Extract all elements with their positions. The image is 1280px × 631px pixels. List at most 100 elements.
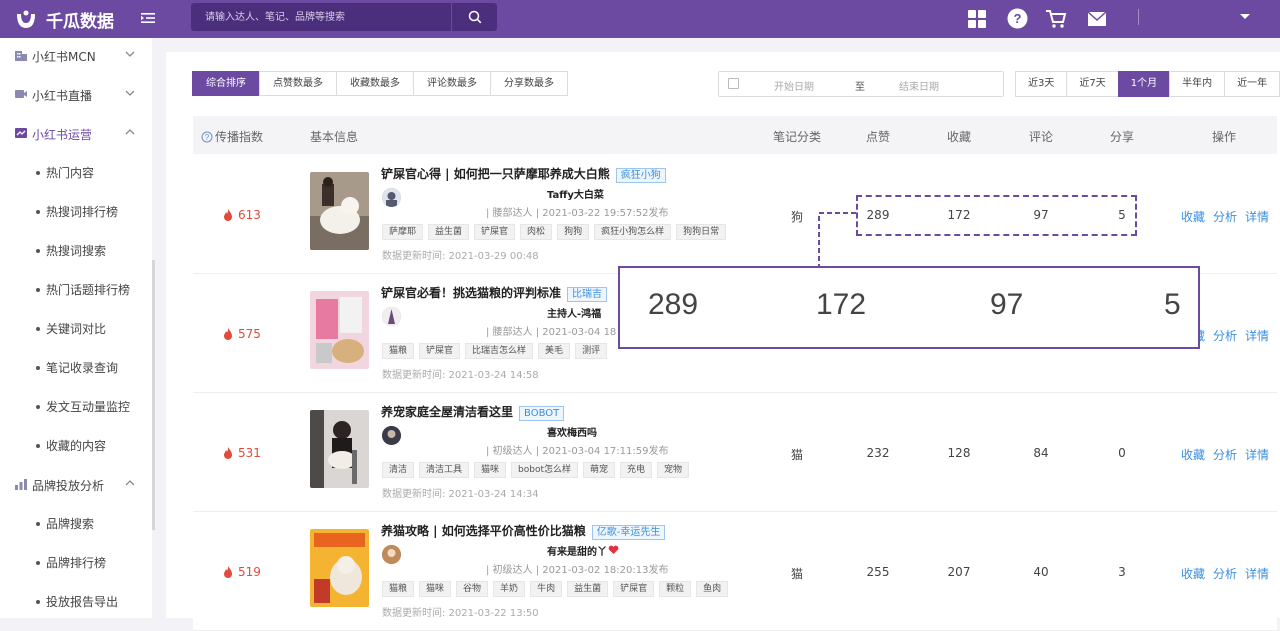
keyword-chip[interactable]: 猫咪 — [419, 581, 452, 597]
collect-link[interactable]: 收藏 — [1181, 210, 1205, 224]
note-title[interactable]: 铲屎官必看！挑选猫粮的评判标准 比瑞吉 — [381, 284, 608, 302]
keyword-chip[interactable]: 肉松 — [520, 224, 553, 240]
sidebar-scrollbar[interactable] — [152, 260, 155, 530]
keyword-chip[interactable]: 美毛 — [538, 343, 571, 359]
logo[interactable]: 千瓜数据 — [14, 6, 114, 32]
keyword-chip[interactable]: 萨摩耶 — [382, 224, 424, 240]
sidebar-item-hot-search[interactable]: 热搜词搜索 — [0, 231, 152, 270]
tab-most-shares[interactable]: 分享数最多 — [490, 71, 568, 96]
details-link[interactable]: 详情 — [1245, 329, 1269, 343]
keyword-chip[interactable]: 羊奶 — [493, 581, 526, 597]
tab-most-collects[interactable]: 收藏数最多 — [336, 71, 414, 96]
keyword-chip[interactable]: 清洁工具 — [419, 462, 470, 478]
sidebar-item-hot-search-rank[interactable]: 热搜词排行榜 — [0, 192, 152, 231]
avatar[interactable] — [382, 188, 401, 207]
keyword-chip[interactable]: 谷物 — [456, 581, 489, 597]
mail-icon[interactable] — [1086, 8, 1108, 30]
sidebar-item-saved-content[interactable]: 收藏的内容 — [0, 426, 152, 465]
keyword-chip[interactable]: 狗狗日常 — [676, 224, 727, 240]
keyword-chip[interactable]: 益生菌 — [428, 224, 470, 240]
keyword-chip[interactable]: 颗粒 — [659, 581, 692, 597]
menu-toggle-icon[interactable] — [140, 10, 156, 26]
note-title[interactable]: 养猫攻略 | 如何选择平价高性价比猫粮 亿歌-幸运先生 — [381, 522, 666, 540]
brand-tag[interactable]: 疯狂小狗 — [615, 168, 666, 183]
keyword-chip[interactable]: 牛肉 — [530, 581, 563, 597]
details-link[interactable]: 详情 — [1245, 448, 1269, 462]
note-thumbnail[interactable] — [310, 291, 369, 369]
collect-link[interactable]: 收藏 — [1181, 567, 1205, 581]
note-title[interactable]: 养宠家庭全屋清洁看这里 BOBOT — [381, 403, 565, 421]
analyze-link[interactable]: 分析 — [1213, 329, 1237, 343]
period-7d[interactable]: 近7天 — [1066, 71, 1119, 97]
end-date-field[interactable]: 结束日期 — [899, 78, 939, 93]
sidebar-item-hot-topics[interactable]: 热门话题排行榜 — [0, 270, 152, 309]
brand-tag[interactable]: 比瑞吉 — [567, 287, 608, 302]
search-input[interactable] — [191, 3, 449, 31]
avatar[interactable] — [382, 426, 401, 445]
author-name[interactable]: 喜欢梅西吗 — [547, 424, 597, 439]
period-1m[interactable]: 1个月 — [1117, 71, 1171, 97]
author-name[interactable]: 有来是甜的丫 — [547, 543, 619, 558]
keyword-chip[interactable]: 铲屎官 — [613, 581, 655, 597]
keyword-chip[interactable]: 猫咪 — [474, 462, 507, 478]
sidebar-item-hot-content[interactable]: 热门内容 — [0, 153, 152, 192]
tab-overall[interactable]: 综合排序 — [192, 71, 260, 96]
keyword-chip[interactable]: 测评 — [575, 343, 608, 359]
avatar[interactable] — [382, 545, 401, 564]
keyword-chip[interactable]: 猫粮 — [382, 343, 415, 359]
index-header[interactable]: ? 传播指数 — [201, 128, 263, 145]
brand-tag[interactable]: 亿歌-幸运先生 — [591, 525, 666, 540]
keyword-chip[interactable]: 猫粮 — [382, 581, 415, 597]
tab-most-likes[interactable]: 点赞数最多 — [259, 71, 337, 96]
shares-header[interactable]: 分享 — [1110, 128, 1134, 145]
start-date-field[interactable]: 开始日期 — [774, 78, 814, 93]
note-thumbnail[interactable] — [310, 172, 369, 250]
analyze-link[interactable]: 分析 — [1213, 448, 1237, 462]
keyword-chip[interactable]: 鱼肉 — [696, 581, 729, 597]
collect-link[interactable]: 收藏 — [1181, 448, 1205, 462]
period-1y[interactable]: 近一年 — [1224, 71, 1280, 97]
keyword-chip[interactable]: bobot怎么样 — [511, 462, 579, 478]
period-6m[interactable]: 半年内 — [1169, 71, 1226, 97]
sidebar-item-note-index[interactable]: 笔记收录查询 — [0, 348, 152, 387]
analyze-link[interactable]: 分析 — [1213, 210, 1237, 224]
sidebar-item-interaction-monitor[interactable]: 发文互动量监控 — [0, 387, 152, 426]
keyword-chip[interactable]: 清洁 — [382, 462, 415, 478]
brand-tag[interactable]: BOBOT — [519, 406, 565, 421]
help-icon[interactable]: ? — [1006, 7, 1028, 29]
collects-header[interactable]: 收藏 — [947, 128, 971, 145]
cart-icon[interactable] — [1045, 8, 1067, 30]
analyze-link[interactable]: 分析 — [1213, 567, 1237, 581]
sidebar-group-mcn[interactable]: 小红书MCN — [0, 38, 152, 75]
likes-header[interactable]: 点赞 — [866, 128, 890, 145]
keyword-chip[interactable]: 狗狗 — [557, 224, 590, 240]
sidebar-item-keyword-compare[interactable]: 关键词对比 — [0, 309, 152, 348]
details-link[interactable]: 详情 — [1245, 567, 1269, 581]
note-title[interactable]: 铲屎官心得 | 如何把一只萨摩耶养成大白熊 疯狂小狗 — [381, 165, 666, 183]
sidebar-group-operation[interactable]: 小红书运营 — [0, 114, 152, 153]
keyword-chip[interactable]: 宠物 — [657, 462, 690, 478]
sidebar-item-report-export[interactable]: 投放报告导出 — [0, 582, 152, 618]
apps-grid-icon[interactable] — [966, 8, 988, 30]
keyword-chip[interactable]: 益生菌 — [567, 581, 609, 597]
sidebar-group-brand[interactable]: 品牌投放分析 — [0, 465, 152, 504]
keyword-chip[interactable]: 萌宠 — [583, 462, 616, 478]
author-name[interactable]: Taffy大白菜 — [547, 186, 604, 201]
comments-header[interactable]: 评论 — [1029, 128, 1053, 145]
sidebar-item-brand-rank[interactable]: 品牌排行榜 — [0, 543, 152, 582]
sidebar-item-brand-search[interactable]: 品牌搜索 — [0, 504, 152, 543]
sidebar-group-live[interactable]: 小红书直播 — [0, 75, 152, 114]
note-thumbnail[interactable] — [310, 410, 369, 488]
avatar[interactable] — [382, 307, 401, 326]
period-3d[interactable]: 近3天 — [1015, 71, 1068, 97]
search-button[interactable] — [451, 3, 497, 31]
keyword-chip[interactable]: 充电 — [620, 462, 653, 478]
details-link[interactable]: 详情 — [1245, 210, 1269, 224]
keyword-chip[interactable]: 铲屎官 — [474, 224, 516, 240]
keyword-chip[interactable]: 铲屎官 — [419, 343, 461, 359]
keyword-chip[interactable]: 比瑞吉怎么样 — [465, 343, 534, 359]
keyword-chip[interactable]: 疯狂小狗怎么样 — [594, 224, 672, 240]
tab-most-comments[interactable]: 评论数最多 — [413, 71, 491, 96]
date-range-picker[interactable]: 开始日期 至 结束日期 — [718, 71, 1004, 97]
author-name[interactable]: 主持人-鸿福 — [547, 305, 601, 320]
